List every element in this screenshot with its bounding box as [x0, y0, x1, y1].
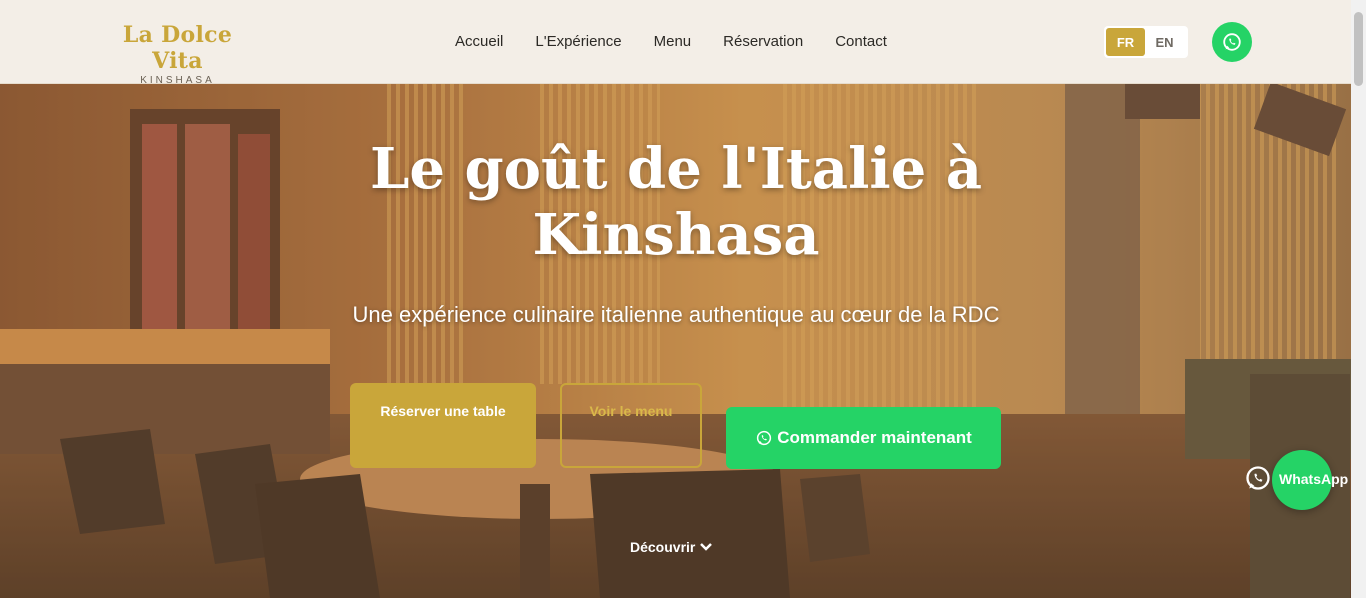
nav-reservation[interactable]: Réservation — [723, 32, 803, 52]
hero-title: Le goût de l'Italie à Kinshasa — [369, 136, 983, 268]
page-scrollbar[interactable] — [1351, 0, 1366, 598]
view-menu-button[interactable]: Voir le menu — [560, 383, 702, 468]
discover-link[interactable]: Découvrir — [630, 539, 713, 555]
whatsapp-icon — [757, 430, 772, 446]
order-now-label: Commander maintenant — [777, 428, 972, 447]
whatsapp-icon — [1223, 33, 1241, 51]
whatsapp-icon — [1246, 466, 1270, 490]
nav-menu[interactable]: Menu — [654, 32, 692, 52]
hero-subtitle: Une expérience culinaire italienne authe… — [352, 302, 1000, 327]
hero-section: Le goût de l'Italie à Kinshasa Une expér… — [0, 84, 1351, 598]
lang-en-button[interactable]: EN — [1145, 28, 1184, 56]
main-nav: Accueil L'Expérience Menu Réservation Co… — [455, 32, 919, 52]
whatsapp-float-label: WhatsApp — [1279, 471, 1349, 487]
nav-experience[interactable]: L'Expérience — [535, 32, 621, 52]
brand-logo[interactable]: La Dolce Vita KINSHASA — [99, 22, 256, 86]
language-switch: FR EN — [1104, 26, 1188, 58]
chevron-down-icon — [700, 543, 713, 551]
scrollbar-thumb[interactable] — [1354, 12, 1363, 86]
nav-contact[interactable]: Contact — [835, 32, 887, 52]
lang-fr-button[interactable]: FR — [1106, 28, 1145, 56]
reserve-table-label: Réserver une table — [380, 403, 506, 419]
discover-label: Découvrir — [630, 539, 696, 555]
order-now-button[interactable]: Commander maintenant — [726, 407, 1001, 469]
whatsapp-header-button[interactable] — [1212, 22, 1252, 62]
view-menu-label: Voir le menu — [589, 403, 673, 419]
site-header: La Dolce Vita KINSHASA Accueil L'Expérie… — [0, 0, 1351, 86]
nav-accueil[interactable]: Accueil — [455, 32, 503, 52]
brand-name: La Dolce Vita — [122, 22, 233, 74]
reserve-table-button[interactable]: Réserver une table — [350, 383, 536, 468]
